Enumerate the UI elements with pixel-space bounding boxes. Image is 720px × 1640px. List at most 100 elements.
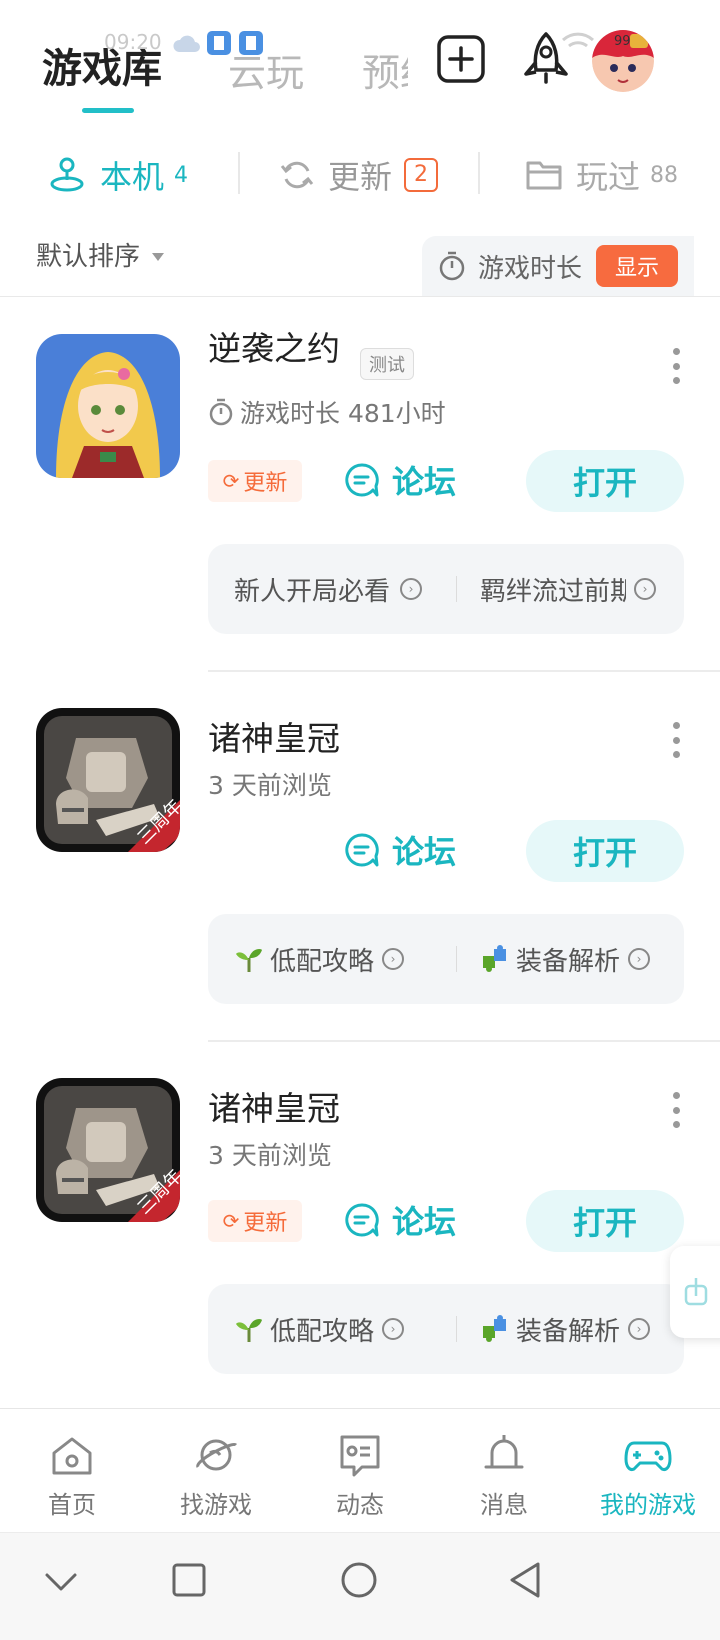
play-duration: 游戏时长 481小时 bbox=[208, 394, 446, 430]
guide-label: 低配攻略 bbox=[270, 946, 375, 977]
nav-find-games-label: 找游戏 bbox=[180, 1491, 252, 1519]
refresh-icon: ⟳ bbox=[222, 469, 240, 493]
refresh-icon: ⟳ bbox=[222, 1209, 240, 1233]
game-icon-nixi[interactable] bbox=[36, 334, 180, 478]
guide-link[interactable]: 羁绊流过前期 › bbox=[480, 544, 656, 634]
update-label: 更新 bbox=[243, 1211, 288, 1236]
guide-links: 新人开局必看 › 羁绊流过前期 › bbox=[208, 544, 684, 634]
chevron-right-icon: › bbox=[382, 1318, 405, 1340]
guide-link[interactable]: 装备解析 › bbox=[480, 914, 651, 1004]
puzzle-icon bbox=[483, 945, 506, 972]
subtab-local[interactable]: 本机 4 bbox=[48, 150, 188, 200]
planet-icon bbox=[196, 1439, 238, 1471]
chevron-right-icon: › bbox=[634, 578, 656, 600]
guide-label: 装备解析 bbox=[516, 946, 621, 977]
guide-link[interactable]: 装备解析 › bbox=[480, 1284, 651, 1374]
avatar-badge: 99 bbox=[614, 34, 631, 49]
guide-divider bbox=[456, 946, 457, 972]
forum-icon bbox=[345, 833, 379, 867]
subtab-divider bbox=[238, 152, 240, 194]
forum-icon bbox=[345, 1203, 379, 1237]
update-button[interactable]: ⟳ 更新 bbox=[208, 460, 302, 502]
subtab-updates[interactable]: 更新 2 bbox=[280, 150, 439, 200]
add-game-icon[interactable] bbox=[436, 34, 486, 84]
game-title[interactable]: 逆袭之约 bbox=[208, 322, 340, 370]
nav-feed-label: 动态 bbox=[336, 1491, 384, 1519]
more-options-icon[interactable] bbox=[670, 722, 682, 758]
tab-reserve[interactable]: 预约 bbox=[362, 42, 408, 97]
sprout-icon bbox=[236, 1318, 262, 1342]
update-button[interactable]: ⟳ 更新 bbox=[208, 1200, 302, 1242]
subtab-played-label: 玩过 bbox=[576, 158, 641, 196]
nav-my-games-label: 我的游戏 bbox=[600, 1491, 696, 1519]
more-options-icon[interactable] bbox=[670, 1092, 682, 1128]
timer-icon bbox=[439, 251, 465, 281]
weather-icon bbox=[173, 35, 200, 52]
feed-icon bbox=[340, 1435, 380, 1477]
bell-icon bbox=[484, 1435, 524, 1469]
last-viewed: 3 天前浏览 bbox=[208, 1136, 332, 1172]
gamepad-icon bbox=[624, 1441, 672, 1471]
subtab-played[interactable]: 玩过 88 bbox=[526, 150, 678, 200]
guide-divider bbox=[456, 576, 457, 602]
subtab-local-label: 本机 bbox=[100, 158, 165, 196]
floating-download-widget[interactable] bbox=[670, 1246, 720, 1338]
guide-label: 羁绊流过前期 bbox=[480, 576, 626, 607]
forum-button[interactable]: 论坛 bbox=[344, 452, 456, 508]
active-tab-indicator bbox=[82, 108, 134, 113]
guide-link[interactable]: 新人开局必看 › bbox=[234, 544, 422, 634]
guide-links: 低配攻略 › 装备解析 › bbox=[208, 1284, 684, 1374]
subtab-played-count: 88 bbox=[650, 162, 679, 188]
test-tag: 测试 bbox=[360, 348, 414, 380]
game-icon-zhushen[interactable]: 三周年 bbox=[36, 1078, 180, 1222]
subtab-local-count: 4 bbox=[174, 162, 189, 188]
chevron-right-icon: › bbox=[382, 948, 405, 970]
open-game-button[interactable]: 打开 bbox=[526, 1190, 684, 1252]
updates-count-badge: 2 bbox=[404, 158, 439, 192]
sprout-icon bbox=[236, 948, 262, 972]
game-icon-zhushen[interactable]: 三周年 bbox=[36, 708, 180, 852]
home-circle-icon[interactable] bbox=[340, 1561, 378, 1599]
guide-label: 装备解析 bbox=[516, 1316, 621, 1347]
guide-link[interactable]: 低配攻略 › bbox=[234, 914, 405, 1004]
subtab-updates-label: 更新 bbox=[328, 158, 393, 196]
forum-label: 论坛 bbox=[392, 1203, 457, 1241]
more-options-icon[interactable] bbox=[670, 348, 682, 384]
guide-label: 低配攻略 bbox=[270, 1316, 375, 1347]
puzzle-icon bbox=[483, 1315, 506, 1342]
section-divider bbox=[0, 296, 720, 297]
open-game-button[interactable]: 打开 bbox=[526, 450, 684, 512]
nav-my-games[interactable]: 我的游戏 bbox=[576, 1409, 720, 1533]
chevron-down-icon[interactable] bbox=[44, 1571, 78, 1593]
forum-icon bbox=[345, 463, 379, 497]
guide-divider bbox=[456, 1316, 457, 1342]
game-title[interactable]: 诸神皇冠 bbox=[208, 1082, 340, 1130]
game-title[interactable]: 诸神皇冠 bbox=[208, 712, 340, 760]
last-viewed: 3 天前浏览 bbox=[208, 766, 332, 802]
nav-messages[interactable]: 消息 bbox=[432, 1409, 576, 1533]
forum-button[interactable]: 论坛 bbox=[344, 822, 456, 878]
back-icon[interactable] bbox=[508, 1561, 542, 1599]
card-divider bbox=[208, 670, 720, 672]
open-game-button[interactable]: 打开 bbox=[526, 820, 684, 882]
recent-apps-icon[interactable] bbox=[172, 1563, 206, 1597]
nav-home[interactable]: 首页 bbox=[0, 1409, 144, 1533]
last-viewed-text: 3 天前浏览 bbox=[208, 771, 332, 800]
card-divider bbox=[208, 1040, 720, 1042]
folder-icon bbox=[526, 161, 562, 190]
rocket-icon[interactable] bbox=[518, 30, 574, 86]
joystick-icon bbox=[50, 157, 84, 192]
bottom-nav: 首页 找游戏 动态 消息 我的游戏 bbox=[0, 1408, 720, 1532]
caret-down-icon bbox=[152, 252, 165, 261]
avatar[interactable]: 99 bbox=[592, 30, 654, 92]
nav-feed[interactable]: 动态 bbox=[288, 1409, 432, 1533]
guide-links: 低配攻略 › 装备解析 › bbox=[208, 914, 684, 1004]
forum-button[interactable]: 论坛 bbox=[344, 1192, 456, 1248]
guide-link[interactable]: 低配攻略 › bbox=[234, 1284, 405, 1374]
play-duration-text: 游戏时长 481小时 bbox=[240, 399, 446, 428]
nav-find-games[interactable]: 找游戏 bbox=[144, 1409, 288, 1533]
notification-icon bbox=[207, 31, 231, 55]
download-icon bbox=[684, 1278, 708, 1306]
show-duration-button[interactable]: 显示 bbox=[596, 245, 679, 287]
sort-dropdown[interactable]: 默认排序 bbox=[36, 236, 165, 273]
